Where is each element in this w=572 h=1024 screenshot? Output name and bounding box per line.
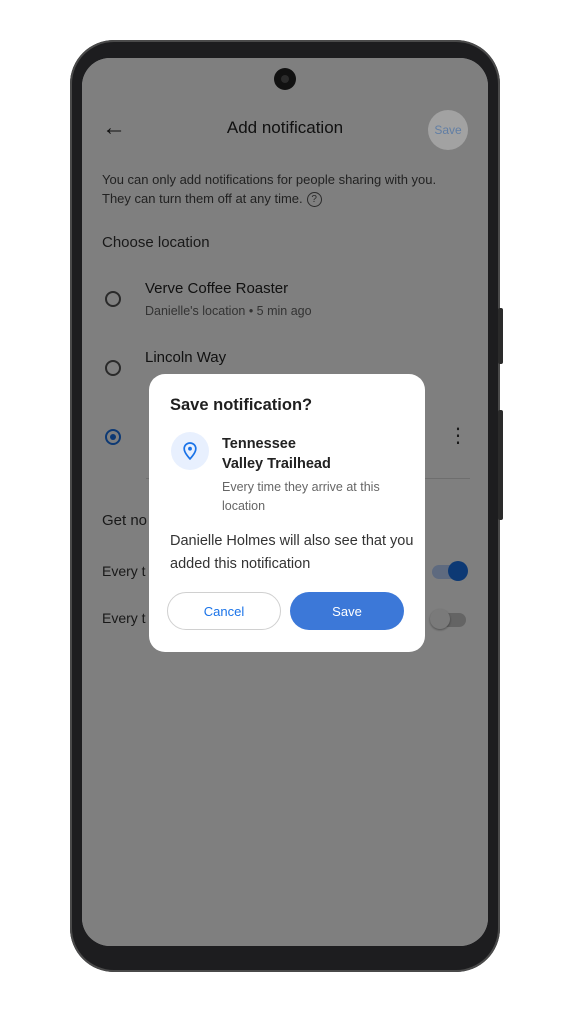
volume-button <box>498 410 503 520</box>
power-button <box>498 308 503 364</box>
save-button[interactable]: Save <box>290 592 404 630</box>
save-highlight <box>428 110 468 150</box>
location-pin-icon <box>171 432 209 470</box>
trigger-description: Every time they arrive at this location <box>222 480 380 513</box>
location-pin-icon-svg <box>183 442 197 460</box>
dialog-body: Danielle Holmes will also see that you a… <box>170 533 414 572</box>
dialog-title: Save notification? <box>170 396 313 414</box>
place-name: Tennessee Valley Trailhead <box>222 434 402 474</box>
front-camera <box>274 68 296 90</box>
place-name-line1: Tennessee <box>222 436 296 452</box>
place-name-line2: Valley Trailhead <box>222 456 331 472</box>
save-notification-dialog: Save notification? Tennessee Valley Trai… <box>149 374 425 652</box>
cancel-button[interactable]: Cancel <box>167 592 281 630</box>
